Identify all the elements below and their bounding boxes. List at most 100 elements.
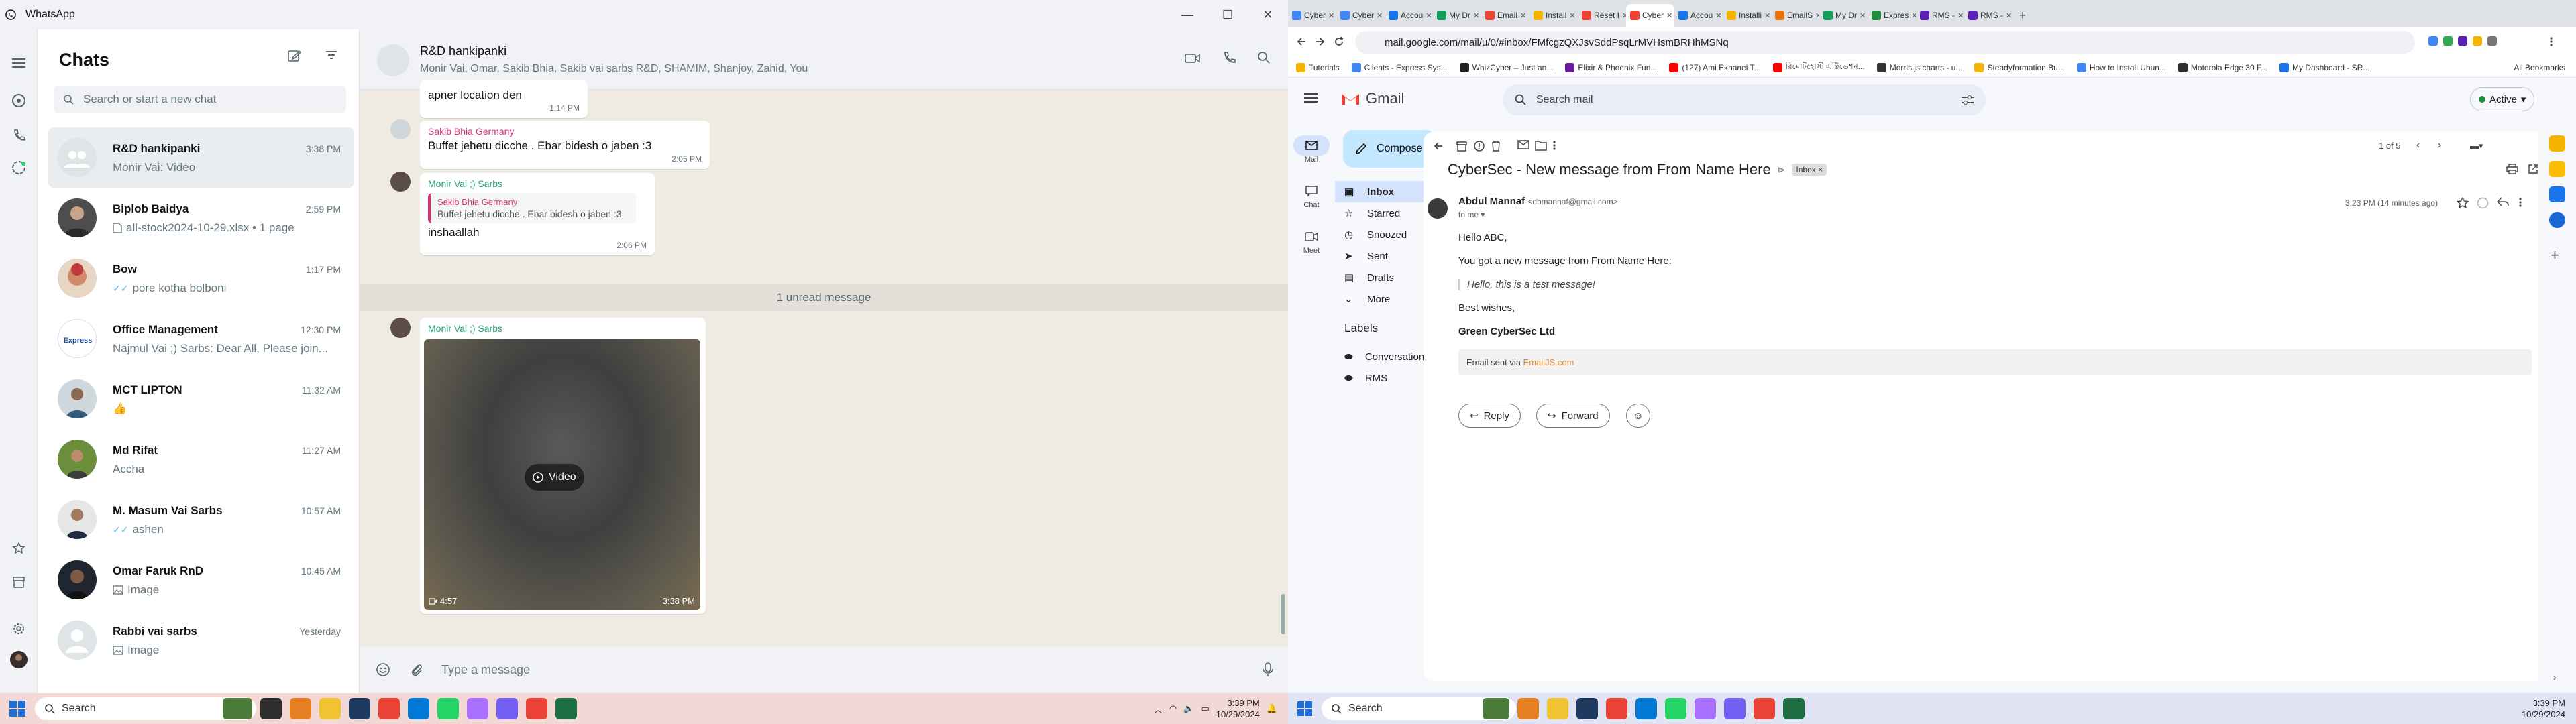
- browser-tab[interactable]: EmailS ✕: [1771, 4, 1819, 27]
- whatsapp-taskbar-icon[interactable]: [1665, 698, 1686, 719]
- bookmark-item[interactable]: Motorola Edge 30 F...: [2178, 62, 2267, 72]
- close-tab-icon[interactable]: ✕: [1764, 11, 1770, 20]
- chrome-menu-icon[interactable]: [2549, 36, 2553, 47]
- figma-icon[interactable]: [467, 698, 488, 719]
- browser-tab[interactable]: My Dr ✕: [1819, 4, 1868, 27]
- browser-tab[interactable]: Expres ✕: [1868, 4, 1916, 27]
- calls-icon[interactable]: [9, 126, 28, 145]
- react-devtools-icon[interactable]: [1576, 698, 1598, 719]
- status-icon[interactable]: [9, 158, 28, 177]
- browser-tab[interactable]: Accou ✕: [1674, 4, 1723, 27]
- voice-call-icon[interactable]: [1222, 51, 1236, 64]
- browser-tab[interactable]: Email ✕: [1481, 4, 1529, 27]
- emoji-icon[interactable]: [376, 662, 390, 677]
- older-icon[interactable]: ›: [2438, 139, 2441, 152]
- chat-search-input[interactable]: Search or start a new chat: [54, 86, 346, 113]
- viber-icon[interactable]: [496, 698, 518, 719]
- report-spam-icon[interactable]: [1473, 140, 1485, 152]
- maximize-button[interactable]: ☐: [1208, 0, 1248, 29]
- rail-mail[interactable]: Mail: [1293, 135, 1330, 164]
- close-tab-icon[interactable]: ✕: [1666, 11, 1672, 20]
- file-explorer-icon[interactable]: [319, 698, 341, 719]
- contacts-icon[interactable]: [2549, 212, 2565, 228]
- get-addons-icon[interactable]: +: [2551, 247, 2559, 264]
- calendar-icon[interactable]: [2549, 135, 2565, 152]
- widget-icon[interactable]: [223, 698, 252, 719]
- browser-tab[interactable]: Cyber ✕: [1336, 4, 1385, 27]
- vscode-icon[interactable]: [1635, 698, 1657, 719]
- close-tab-icon[interactable]: ✕: [1715, 11, 1721, 20]
- chrome-icon-2[interactable]: [526, 698, 547, 719]
- chat-row[interactable]: Omar Faruk RnD 10:45 AM Image: [48, 550, 354, 610]
- bookmark-item[interactable]: Elixir & Phoenix Fun...: [1565, 62, 1657, 72]
- close-button[interactable]: ✕: [1248, 0, 1288, 29]
- task-view-icon[interactable]: [260, 698, 282, 719]
- mark-unread-icon[interactable]: [1517, 140, 1529, 149]
- move-to-icon[interactable]: [1535, 140, 1547, 151]
- url-input[interactable]: mail.google.com/mail/u/0/#inbox/FMfcgzQX…: [1355, 31, 2415, 54]
- forward-button[interactable]: ↪ Forward: [1536, 404, 1610, 428]
- file-explorer-icon[interactable]: [1547, 698, 1568, 719]
- open-new-window-icon[interactable]: [2528, 164, 2538, 174]
- status-selector[interactable]: Active ▾: [2470, 87, 2535, 111]
- windows-start-icon[interactable]: [9, 701, 25, 717]
- recipient-toggle[interactable]: to me ▾: [1458, 210, 1618, 219]
- close-tab-icon[interactable]: ✕: [1569, 11, 1575, 20]
- reload-icon[interactable]: [1334, 36, 1344, 47]
- close-tab-icon[interactable]: ✕: [1473, 11, 1479, 20]
- chrome-icon[interactable]: [1606, 698, 1627, 719]
- browser-tab[interactable]: Installi ✕: [1723, 4, 1771, 27]
- inbox-label-chip[interactable]: Inbox ×: [1792, 164, 1827, 176]
- browser-tab[interactable]: Cyber ✕: [1288, 4, 1336, 27]
- bookmark-item[interactable]: Tutorials: [1296, 62, 1340, 72]
- chat-row[interactable]: Rabbi vai sarbs Yesterday Image: [48, 610, 354, 670]
- close-tab-icon[interactable]: ✕: [1426, 11, 1432, 20]
- rail-chat[interactable]: Chat: [1293, 181, 1330, 209]
- widget-icon[interactable]: [1483, 698, 1509, 719]
- browser-tab[interactable]: Cyber ✕: [1626, 4, 1674, 27]
- reply-button[interactable]: ↩ Reply: [1458, 404, 1521, 428]
- emoji-reaction-button[interactable]: ☺: [1626, 404, 1650, 428]
- main-menu-icon[interactable]: [1304, 93, 1318, 103]
- vscode-icon[interactable]: [408, 698, 429, 719]
- mail-search-input[interactable]: Search mail: [1503, 84, 1986, 115]
- bookmark-item[interactable]: How to Install Ubun...: [2076, 62, 2166, 72]
- tasks-icon[interactable]: [2549, 186, 2565, 202]
- copilot-icon[interactable]: [1517, 698, 1539, 719]
- video-message[interactable]: Monir Vai ;) Sarbs Video 4:57 3:38 PM: [420, 318, 706, 614]
- browser-tab[interactable]: RMS - ✕: [1964, 4, 2012, 27]
- message-bubble[interactable]: apner location den 1:14 PM: [420, 80, 588, 118]
- reply-icon[interactable]: [2497, 197, 2509, 206]
- gmail-logo[interactable]: Gmail: [1340, 90, 1404, 107]
- add-reaction-icon[interactable]: [2477, 197, 2489, 209]
- browser-tab[interactable]: RMS - ✕: [1916, 4, 1964, 27]
- microphone-icon[interactable]: [1263, 662, 1273, 677]
- close-tab-icon[interactable]: ✕: [1860, 11, 1866, 20]
- excel-icon[interactable]: [555, 698, 577, 719]
- battery-icon[interactable]: ▭: [1201, 703, 1209, 714]
- search-messages-icon[interactable]: [1257, 51, 1271, 64]
- message-bubble[interactable]: Monir Vai ;) Sarbs Sakib Bhia Germany Bu…: [420, 173, 655, 255]
- chat-row[interactable]: Md Rifat 11:27 AM Accha: [48, 429, 354, 489]
- quoted-message[interactable]: Sakib Bhia Germany Buffet jehetu dicche …: [428, 193, 636, 223]
- all-bookmarks[interactable]: All Bookmarks: [2514, 63, 2565, 72]
- chat-row[interactable]: MCT LIPTON 11:32 AM 👍: [48, 369, 354, 429]
- compose-button[interactable]: Compose: [1343, 130, 1437, 168]
- video-thumbnail[interactable]: Video 4:57 3:38 PM: [424, 339, 700, 610]
- search-options-icon[interactable]: [1962, 95, 1974, 105]
- react-devtools-icon[interactable]: [349, 698, 370, 719]
- browser-tab[interactable]: My Dr ✕: [1433, 4, 1481, 27]
- bookmark-item[interactable]: রিমোটহোস্ট এক্টিভেশন...: [1772, 61, 1865, 74]
- notification-bell-icon[interactable]: 🔔: [1267, 703, 1277, 714]
- minimize-button[interactable]: —: [1167, 0, 1208, 29]
- excel-icon[interactable]: [1783, 698, 1805, 719]
- close-tab-icon[interactable]: ✕: [1520, 11, 1526, 20]
- browser-tab[interactable]: Accou ✕: [1385, 4, 1433, 27]
- important-marker-icon[interactable]: ⊳: [1778, 164, 1786, 176]
- tray-chevron-icon[interactable]: ︿: [1154, 703, 1163, 715]
- star-icon[interactable]: [2457, 197, 2469, 209]
- close-tab-icon[interactable]: ✕: [1377, 11, 1383, 20]
- conversation-scrollbar[interactable]: [1281, 594, 1285, 634]
- close-tab-icon[interactable]: ✕: [1911, 11, 1916, 20]
- close-tab-icon[interactable]: ✕: [2006, 11, 2012, 20]
